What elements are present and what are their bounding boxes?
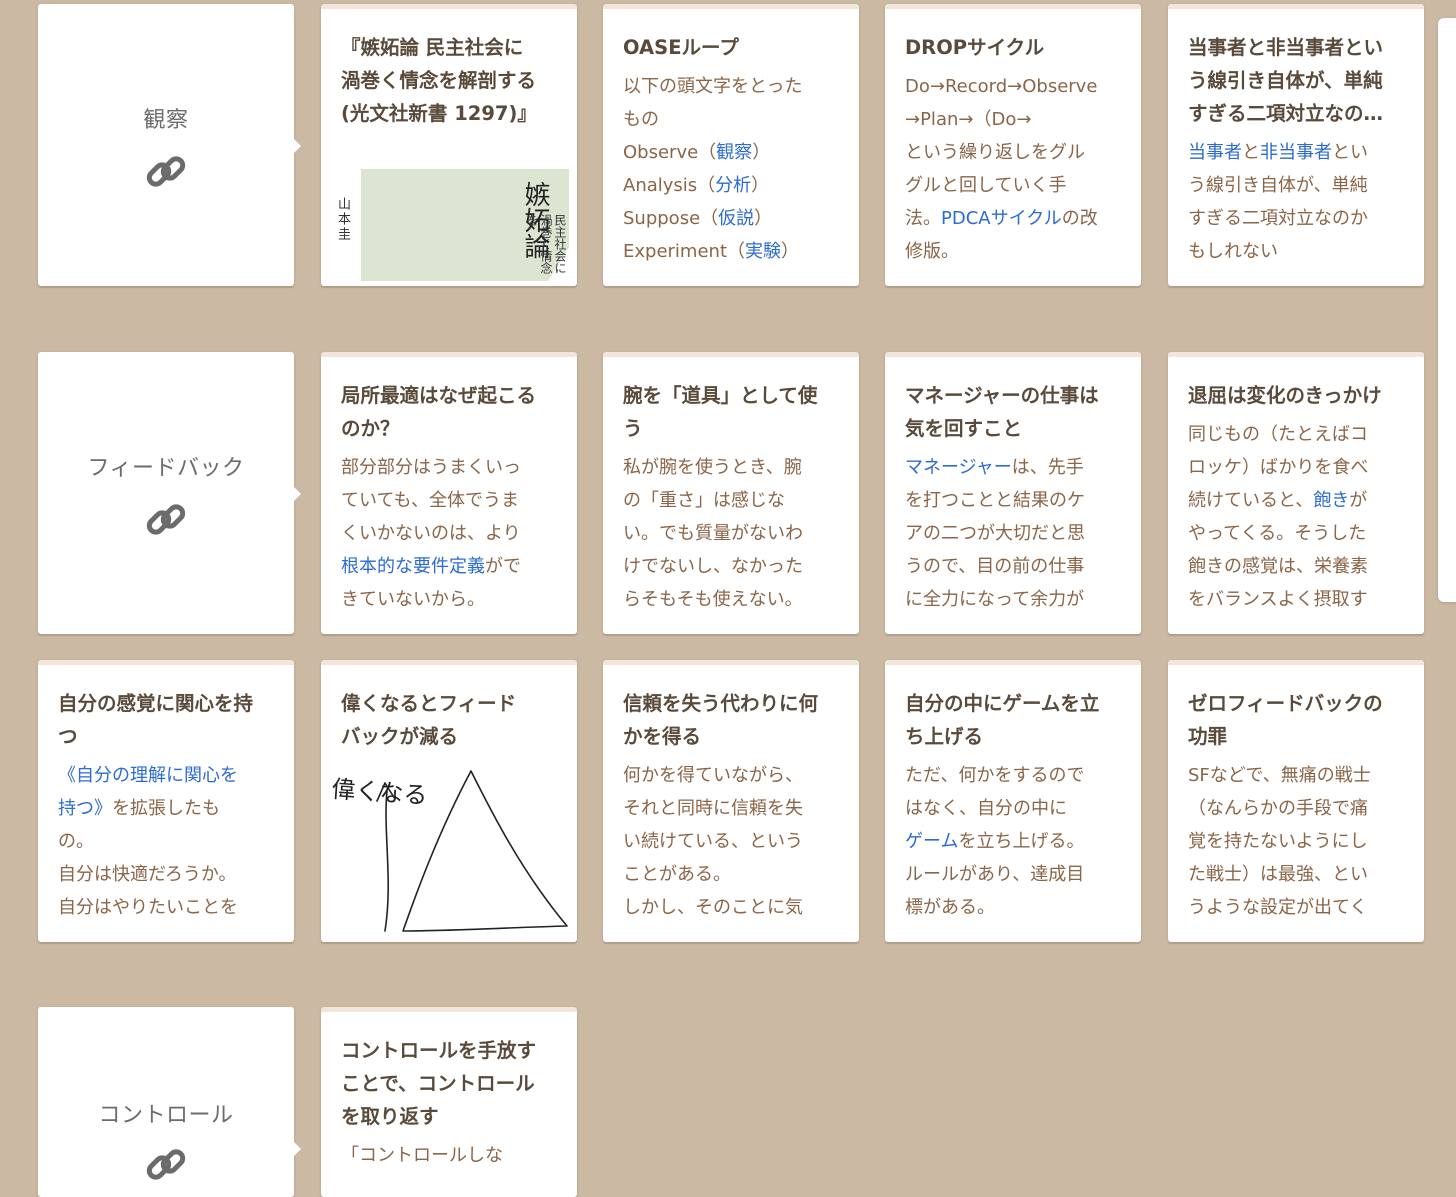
card-title: 信頼を失う代わりに何 かを得る (623, 692, 819, 748)
link-kasetsu[interactable]: 仮説 (718, 208, 754, 229)
link-jibun-rikai-cont[interactable]: 持つ》 (58, 798, 112, 819)
card-body: マネージャーは、先手 を打つことと結果のケ アの二つが大切だと思 うので、目の前… (905, 457, 1085, 610)
card-title: ゼロフィードバックの 功罪 (1188, 692, 1383, 748)
page-card-drop-cycle[interactable]: DROPサイクル Do→Record→Observe →Plan→（Do→ とい… (885, 4, 1141, 286)
link-konponteki-youken-teigi[interactable]: 根本的な要件定義 (341, 556, 485, 577)
link-jibun-rikai[interactable]: 《自分の理解に関心を (58, 765, 238, 786)
card-title: 『嫉妬論 民主社会に 渦巻く情念を解剖する (光文社新書 1297)』 (341, 36, 537, 125)
page-card-shinrai[interactable]: 信頼を失う代わりに何 かを得る 何かを得ていながら、 それと同時に信頼を失 い続… (603, 660, 859, 942)
card-body: ただ、何かをするので はなく、自分の中に ゲームを立ち上げる。 ルールがあり、達… (905, 765, 1085, 918)
card-body: 何かを得ていながら、 それと同時に信頼を失 い続けている、という ことがある。 … (623, 765, 803, 918)
link-hitoujisha[interactable]: 非当事者 (1260, 142, 1332, 163)
hub-card-control[interactable]: コントロール (38, 1007, 301, 1197)
hub-pointer (293, 486, 301, 502)
card-body: 同じもの（たとえばコ ロッケ）ばかりを食べ 続けていると、飽きが やってくる。そ… (1188, 424, 1369, 610)
link-kansatsu[interactable]: 観察 (716, 142, 752, 163)
book-cover-author: 山本圭 (335, 197, 350, 242)
card-title: 退屈は変化のきっかけ (1188, 384, 1382, 407)
link-manager[interactable]: マネージャー (905, 457, 1012, 478)
card-title: DROPサイクル (905, 36, 1045, 59)
card-title: 偉くなるとフィード バックが減る (341, 692, 517, 748)
hub-title: 観察 (143, 108, 189, 133)
link-game[interactable]: ゲーム (905, 831, 958, 852)
card-body: 私が腕を使うとき、腕 の「重さ」は感じな い。でも質量がないわ けでないし、なか… (623, 457, 803, 610)
card-body: SFなどで、無痛の戦士 （なんらかの手段で痛 覚を持たないようにし た戦士）は最… (1188, 765, 1371, 918)
link-aki[interactable]: 飽き (1313, 490, 1349, 511)
page-card-ude-dougu[interactable]: 腕を「道具」として使 う 私が腕を使うとき、腕 の「重さ」は感じな い。でも質量… (603, 352, 859, 634)
card-title: 当事者と非当事者とい う線引き自体が、単純 すぎる二項対立なの… (1188, 36, 1384, 125)
card-title: 腕を「道具」として使 う (623, 384, 818, 440)
card-title: マネージャーの仕事は 気を回すこと (905, 384, 1099, 440)
hub-pointer (293, 138, 301, 154)
page-card-manager[interactable]: マネージャーの仕事は 気を回すこと マネージャーは、先手 を打つことと結果のケ … (885, 352, 1141, 634)
page-card-game[interactable]: 自分の中にゲームを立 ち上げる ただ、何かをするので はなく、自分の中に ゲーム… (885, 660, 1141, 942)
sketch-label: 偉くなる (331, 775, 429, 810)
card-title: 自分の感覚に関心を持 つ (58, 692, 254, 748)
link-bunseki[interactable]: 分析 (715, 175, 751, 196)
hub-pointer (293, 1141, 301, 1157)
card-body: Do→Record→Observe →Plan→（Do→ という繰り返しをグル … (905, 76, 1098, 262)
page-card-oase-loop[interactable]: OASEループ 以下の頭文字をとった もの Observe（観察） Analys… (603, 4, 859, 286)
hand-drawn-sketch: 偉くなる (331, 770, 568, 932)
hub-title: コントロール (98, 1103, 234, 1128)
card-body: 当事者と非当事者とい う線引き自体が、単純 すぎる二項対立なのか もしれない (1188, 142, 1368, 262)
hub-card-feedback[interactable]: フィードバック (38, 352, 301, 634)
card-title: コントロールを手放す ことで、コントロール を取り返す (341, 1039, 537, 1128)
page-card-toujisha[interactable]: 当事者と非当事者とい う線引き自体が、単純 すぎる二項対立なの… 当事者と非当事… (1168, 4, 1424, 286)
link-jikken[interactable]: 実験 (745, 241, 781, 262)
link-icon (146, 156, 186, 187)
hub-card-kansatsu[interactable]: 観察 (38, 4, 301, 286)
side-panel-edge[interactable] (1438, 18, 1456, 602)
page-card-kyokusho-saiteki[interactable]: 局所最適はなぜ起こる のか？ 部分部分はうまくいっ ていても、全体でうま くいか… (321, 352, 577, 634)
page-card-shitto-ron[interactable]: 『嫉妬論 民主社会に 渦巻く情念を解剖する (光文社新書 1297)』 山本圭 … (321, 4, 577, 286)
link-icon (146, 504, 186, 535)
page-card-control-tebanasu[interactable]: コントロールを手放す ことで、コントロール を取り返す 「コントロールしな (321, 1007, 577, 1197)
card-body: 「コントロールしな (341, 1145, 503, 1166)
link-pdca[interactable]: PDCAサイクル (941, 208, 1062, 229)
card-title: 自分の中にゲームを立 ち上げる (905, 692, 1100, 748)
hub-title: フィードバック (87, 456, 245, 481)
page-card-zero-feedback[interactable]: ゼロフィードバックの 功罪 SFなどで、無痛の戦士 （なんらかの手段で痛 覚を持… (1168, 660, 1424, 942)
card-body: 部分部分はうまくいっ ていても、全体でうま くいかないのは、より 根本的な要件定… (341, 457, 521, 610)
page-card-jibun-kankaku[interactable]: 自分の感覚に関心を持 つ 《自分の理解に関心を 持つ》を拡張したも の。 自分は… (38, 660, 294, 942)
link-toujisha[interactable]: 当事者 (1188, 142, 1242, 163)
card-title: OASEループ (623, 36, 739, 59)
card-title: 局所最適はなぜ起こる のか？ (341, 384, 537, 440)
card-body: 《自分の理解に関心を 持つ》を拡張したも の。 自分は快適だろうか。 自分はやり… (58, 765, 238, 918)
book-cover-subtitle: 民主社会に渦巻く情念を (525, 214, 567, 274)
page-card-eraku-naru[interactable]: 偉くなるとフィード バックが減る 偉くなる (321, 660, 577, 942)
link-icon (146, 1149, 186, 1180)
card-body: 以下の頭文字をとった もの Observe（観察） Analysis（分析） S… (623, 76, 803, 262)
page-card-taikutsu[interactable]: 退屈は変化のきっかけ 同じもの（たとえばコ ロッケ）ばかりを食べ 続けていると、… (1168, 352, 1424, 634)
